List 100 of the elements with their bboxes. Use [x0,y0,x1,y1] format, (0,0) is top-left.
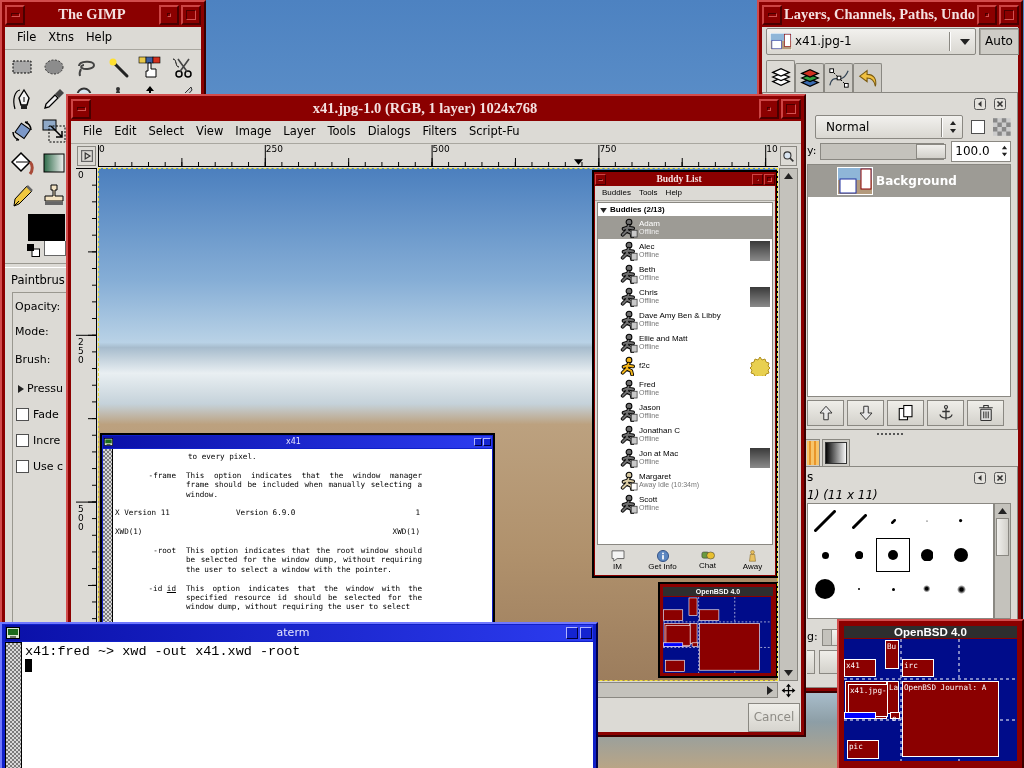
scrollbar[interactable] [5,642,22,768]
auto-button[interactable]: Auto [979,28,1019,55]
ink-pen-icon[interactable] [10,183,34,207]
window-menu-button[interactable] [762,5,782,25]
brush-info: 1) (11 x 11) [807,488,879,503]
gradient-icon[interactable] [42,151,66,175]
window-menu-button[interactable] [71,99,91,119]
checkbox[interactable] [16,460,29,474]
scrollbar[interactable] [103,449,113,622]
brush-option[interactable] [876,538,910,572]
checkerboard-icon[interactable] [993,118,1011,136]
brush-scrollbar[interactable] [994,503,1011,619]
stamp-icon[interactable] [42,183,66,207]
expander-icon[interactable] [600,207,607,213]
close-icon[interactable] [994,471,1006,484]
duplicate-icon [896,404,915,422]
opacity-field[interactable]: 100.0 [951,140,1011,162]
iconify-button[interactable] [566,627,578,639]
checkbox-label[interactable]: Incre [33,434,61,448]
window-title: Buddy List [655,174,703,185]
scale-icon[interactable] [42,119,66,143]
menu-item[interactable]: Xtns [42,31,80,45]
menu-item[interactable]: Image [229,125,278,139]
anchor-layer-button[interactable] [927,400,964,426]
chat-button[interactable]: Chat [685,545,730,575]
rotate-icon[interactable] [10,119,34,143]
mode-dropdown[interactable]: Normal [815,115,964,139]
im-button[interactable]: IM [595,545,640,575]
checkbox[interactable] [16,434,29,448]
menu-item[interactable]: Tools [634,188,662,198]
checkbox[interactable] [16,408,29,422]
iconify-button[interactable] [474,438,482,446]
running-person-icon [620,424,638,445]
buddy-name: Margaret [639,472,672,481]
layer-thumbnail [837,167,873,195]
menu-item[interactable]: Edit [108,125,143,139]
person-icon [748,549,757,562]
maximize-button[interactable] [580,627,592,639]
running-person-icon [620,401,638,422]
reset-colors-icon[interactable] [27,244,40,257]
delete-layer-button[interactable] [967,400,1004,426]
ruler-label: 500 [78,504,84,532]
zoom-button[interactable] [780,146,797,166]
menu-item[interactable]: Script-Fu [462,125,526,139]
menu-item[interactable]: Filters [416,125,463,139]
color-squares-icon[interactable] [138,55,162,79]
menu-item[interactable]: Tools [321,125,362,139]
dock-tab[interactable] [822,439,850,466]
checkbox-label[interactable]: Use c [33,460,64,474]
dock-tab[interactable] [766,60,795,92]
up-arrow-icon [998,508,1007,514]
spin-arrows-icon [1001,144,1008,158]
group-label[interactable]: Buddies (2/13) [610,205,665,215]
scrollbar-thumb[interactable] [996,518,1009,556]
expander-icon[interactable] [18,384,24,393]
window-menu-button[interactable] [5,5,25,25]
brush-action-button[interactable] [807,650,815,674]
get-info-button[interactable]: Get Info [640,545,685,575]
dock-tab[interactable] [795,63,824,92]
scissors-icon[interactable] [170,55,194,79]
terminal-icon[interactable] [6,627,20,639]
ruler-menu-button[interactable] [77,146,96,166]
menu-item[interactable]: Select [142,125,190,139]
opacity-slider[interactable] [820,142,945,160]
checkbox[interactable] [971,120,986,134]
close-icon[interactable] [994,97,1006,110]
vertical-scrollbar[interactable] [779,168,798,681]
menu-item[interactable]: Help [79,31,119,45]
away-button[interactable]: Away [730,545,775,575]
pager-window-thumbnail[interactable] [844,712,876,719]
running-person-icon [620,309,638,330]
background-color-swatch[interactable] [44,241,66,256]
paint-bucket-icon[interactable] [10,151,34,175]
foreground-color-swatch[interactable] [28,214,65,241]
expander-label[interactable]: Pressu [27,382,63,396]
running-person-icon [620,332,638,353]
move-arrows-icon[interactable] [781,682,796,698]
menu-item[interactable]: View [190,125,230,139]
menu-item[interactable]: Help [661,188,687,198]
menu-item[interactable]: File [77,125,109,139]
brush-stroke-icon [814,510,836,532]
dock-tab[interactable] [824,63,853,92]
lower-layer-button[interactable] [847,400,884,426]
eyedropper-icon[interactable] [42,87,66,111]
buddy-row[interactable]: f2c [598,354,772,377]
maximize-button[interactable] [483,438,491,446]
menu-item[interactable]: Dialogs [361,125,417,139]
menu-item[interactable]: Layer [277,125,322,139]
channels-icon [798,67,821,89]
menu-item[interactable]: File [11,31,43,45]
duplicate-layer-button[interactable] [887,400,924,426]
checkbox-label[interactable]: Fade [33,408,59,422]
image-dropdown[interactable]: x41.jpg-1 [766,28,976,55]
raise-layer-button[interactable] [807,400,844,426]
terminal-icon[interactable] [104,438,113,446]
buddy-name: Jon at Mac [639,449,679,458]
slider-thumb[interactable] [916,143,947,159]
menu-item[interactable]: Buddies [598,188,635,198]
window-title: The GIMP [57,6,127,24]
window-menu-button[interactable] [595,174,606,185]
